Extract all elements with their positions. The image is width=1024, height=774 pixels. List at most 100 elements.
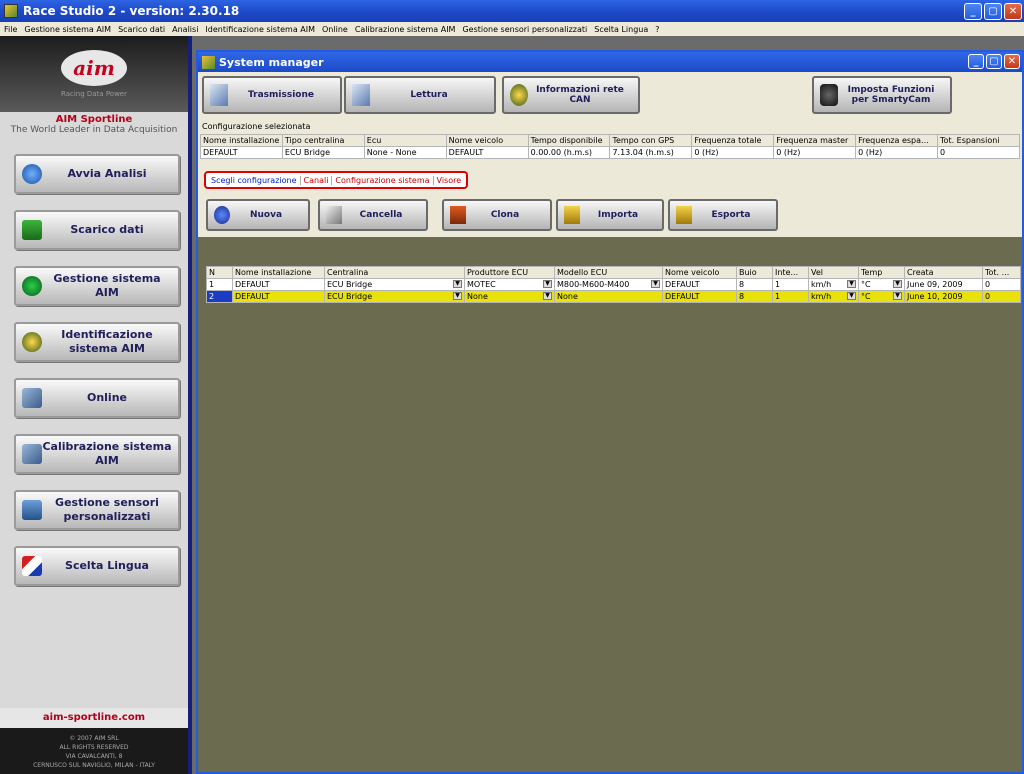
col-nome-veicolo[interactable]: Nome veicolo xyxy=(662,266,737,279)
col-vel[interactable]: Vel xyxy=(808,266,859,279)
logo-mark: aim xyxy=(61,50,127,86)
table-row-selected[interactable]: 2 DEFAULT ▼ ECU Bridge ▼ None None DEFAULT… xyxy=(206,290,1021,303)
menu-analisi[interactable]: Analisi xyxy=(172,25,198,34)
trasmissione-button[interactable]: Trasmissione xyxy=(202,76,342,114)
identificazione-sistema-button[interactable]: Identificazione sistema AIM xyxy=(14,322,180,362)
gestione-sensori-button[interactable]: Gestione sensori personalizzati xyxy=(14,490,180,530)
chevron-down-icon[interactable]: ▼ xyxy=(453,292,462,300)
col-tot[interactable]: Tot. ... xyxy=(982,266,1021,279)
smartycam-button[interactable]: Imposta Funzioni per SmartyCam xyxy=(812,76,952,114)
menu-identificazione[interactable]: Identificazione sistema AIM xyxy=(205,25,315,34)
system-manager-window: System manager _ ▢ ✕ Trasmissione Lettur… xyxy=(196,50,1024,774)
col-nome-installazione[interactable]: Nome installazione xyxy=(232,266,325,279)
gestione-sistema-button[interactable]: Gestione sistema AIM xyxy=(14,266,180,306)
col-produttore-ecu[interactable]: Produttore ECU xyxy=(464,266,555,279)
centralina-select[interactable]: ▼ ECU Bridge xyxy=(324,278,465,291)
menu-gestione-sensori[interactable]: Gestione sensori personalizzati xyxy=(462,25,587,34)
lettura-button[interactable]: Lettura xyxy=(344,76,496,114)
nuova-button[interactable]: Nuova xyxy=(206,199,310,231)
centralina-select[interactable]: ▼ ECU Bridge xyxy=(324,290,465,303)
select-value: °C xyxy=(861,292,871,301)
modello-select[interactable]: ▼ M800-M600-M400 xyxy=(554,278,663,291)
chevron-down-icon[interactable]: ▼ xyxy=(543,292,552,300)
select-value: ECU Bridge xyxy=(327,292,373,301)
chevron-down-icon[interactable]: ▼ xyxy=(847,280,856,288)
vel-select[interactable]: ▼ km/h xyxy=(808,290,859,303)
clona-button[interactable]: Clona xyxy=(442,199,552,231)
website-link[interactable]: aim-sportline.com xyxy=(0,708,188,728)
col-n[interactable]: N xyxy=(206,266,233,279)
informazioni-can-button[interactable]: Informazioni rete CAN xyxy=(502,76,640,114)
cell: June 09, 2009 xyxy=(904,278,983,291)
col-creata[interactable]: Creata xyxy=(904,266,983,279)
cell: 0 xyxy=(982,278,1021,291)
table-row[interactable]: 1 DEFAULT ▼ ECU Bridge ▼ MOTEC ▼ M800-M600-… xyxy=(206,278,1021,291)
transmit-icon xyxy=(210,84,228,106)
avvia-analisi-button[interactable]: Avvia Analisi xyxy=(14,154,180,194)
modello-select[interactable]: None xyxy=(554,290,663,303)
importa-button[interactable]: Importa xyxy=(556,199,664,231)
esporta-button[interactable]: Esporta xyxy=(668,199,778,231)
chevron-down-icon[interactable]: ▼ xyxy=(893,280,902,288)
eraser-icon xyxy=(326,206,342,224)
window-icon xyxy=(202,55,215,69)
app-title: Race Studio 2 - version: 2.30.18 xyxy=(23,4,240,18)
sidebar: aim Racing Data Power AIM Sportline The … xyxy=(0,36,192,774)
vel-select[interactable]: ▼ km/h xyxy=(808,278,859,291)
scarico-dati-button[interactable]: Scarico dati xyxy=(14,210,180,250)
produttore-select[interactable]: ▼ MOTEC xyxy=(464,278,555,291)
menu-help[interactable]: ? xyxy=(655,25,659,34)
cell: DEFAULT xyxy=(662,290,737,303)
tab-canali[interactable]: Canali xyxy=(301,175,333,185)
col-modello-ecu[interactable]: Modello ECU xyxy=(554,266,663,279)
calibrazione-sistema-button[interactable]: Calibrazione sistema AIM xyxy=(14,434,180,474)
child-maximize-button[interactable]: ▢ xyxy=(986,54,1002,69)
globe-icon xyxy=(22,164,42,184)
tab-visore[interactable]: Visore xyxy=(434,176,465,185)
maximize-button[interactable]: ▢ xyxy=(984,3,1002,20)
online-button[interactable]: Online xyxy=(14,378,180,418)
brand-name: AIM Sportline xyxy=(55,114,133,125)
col-frequenza-master: Frequenza master xyxy=(773,134,857,147)
tab-scegli-configurazione[interactable]: Scegli configurazione xyxy=(208,175,301,185)
temp-select[interactable]: ▼ °C xyxy=(858,290,905,303)
col-centralina[interactable]: Centralina xyxy=(324,266,465,279)
col-temp[interactable]: Temp xyxy=(858,266,905,279)
config-tabs: Scegli configurazione Canali Configurazi… xyxy=(204,171,469,189)
cell: None - None xyxy=(363,146,447,159)
close-button[interactable]: ✕ xyxy=(1004,3,1022,20)
menu-scelta-lingua[interactable]: Scelta Lingua xyxy=(594,25,648,34)
cell: DEFAULT xyxy=(200,146,283,159)
select-value: M800-M600-M400 xyxy=(557,280,630,289)
produttore-select[interactable]: ▼ None xyxy=(464,290,555,303)
menu-file[interactable]: File xyxy=(4,25,17,34)
cell: 0 (Hz) xyxy=(855,146,939,159)
child-minimize-button[interactable]: _ xyxy=(968,54,984,69)
brand-tagline: The World Leader in Data Acquisition xyxy=(10,125,178,135)
menu-online[interactable]: Online xyxy=(322,25,348,34)
tab-configurazione-sistema[interactable]: Configurazione sistema xyxy=(332,175,434,185)
menu-calibrazione[interactable]: Calibrazione sistema AIM xyxy=(355,25,456,34)
chevron-down-icon[interactable]: ▼ xyxy=(893,292,902,300)
select-value: °C xyxy=(861,280,871,289)
col-intensita[interactable]: Inte... xyxy=(772,266,809,279)
chevron-down-icon[interactable]: ▼ xyxy=(543,280,552,288)
cancella-button[interactable]: Cancella xyxy=(318,199,428,231)
col-buio[interactable]: Buio xyxy=(736,266,773,279)
copyright: © 2007 AIM SRL xyxy=(69,735,119,742)
child-close-button[interactable]: ✕ xyxy=(1004,54,1020,69)
cell: DEFAULT xyxy=(232,290,325,303)
import-icon xyxy=(564,206,580,224)
config-label: Configurazione selezionata xyxy=(198,122,1022,134)
minimize-button[interactable]: _ xyxy=(964,3,982,20)
temp-select[interactable]: ▼ °C xyxy=(858,278,905,291)
chevron-down-icon[interactable]: ▼ xyxy=(847,292,856,300)
col-ecu: Ecu xyxy=(363,134,447,147)
chevron-down-icon[interactable]: ▼ xyxy=(453,280,462,288)
chevron-down-icon[interactable]: ▼ xyxy=(651,280,660,288)
menu-scarico-dati[interactable]: Scarico dati xyxy=(118,25,165,34)
cell: 1 xyxy=(206,278,233,291)
menu-gestione-sistema[interactable]: Gestione sistema AIM xyxy=(24,25,111,34)
scelta-lingua-button[interactable]: Scelta Lingua xyxy=(14,546,180,586)
select-value: MOTEC xyxy=(467,280,496,289)
